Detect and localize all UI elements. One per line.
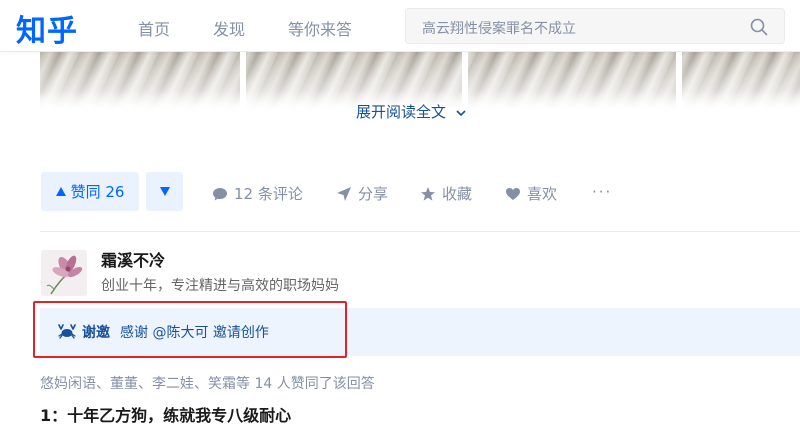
- answer-divider: [40, 231, 800, 232]
- crab-icon: [58, 324, 76, 339]
- comments-button[interactable]: 12 条评论: [212, 183, 303, 204]
- nav-home[interactable]: 首页: [138, 16, 170, 40]
- like-button[interactable]: 喜欢: [505, 183, 557, 204]
- collect-button[interactable]: 收藏: [420, 183, 472, 204]
- like-label: 喜欢: [527, 185, 558, 203]
- expand-label: 展开阅读全文: [356, 103, 447, 121]
- thanks-invite-text[interactable]: 感谢 @陈大可 邀请创作: [120, 322, 269, 342]
- search-placeholder: 高云翔性侵案罪名不成立: [422, 21, 576, 37]
- flower-avatar-image: [41, 250, 87, 296]
- search-icon[interactable]: [750, 18, 768, 36]
- triangle-down-icon: [159, 187, 170, 196]
- heart-icon: [506, 187, 520, 200]
- thanks-invite-label: 谢邀: [82, 325, 110, 341]
- chevron-down-icon: [456, 109, 466, 116]
- downvote-button[interactable]: [146, 172, 183, 211]
- search-input[interactable]: 高云翔性侵案罪名不成立: [405, 8, 785, 44]
- triangle-up-icon: [55, 187, 66, 196]
- answer-heading: 1：十年乙方狗，练就我专八级耐心: [40, 406, 292, 425]
- share-icon: [337, 186, 351, 201]
- more-button[interactable]: ···: [592, 183, 612, 201]
- more-icon: ···: [592, 183, 613, 201]
- author-name[interactable]: 霜溪不冷: [101, 247, 165, 271]
- comment-icon: [213, 187, 227, 200]
- author-bio: 创业十年，专注精进与高效的职场妈妈: [101, 278, 339, 294]
- upvoters-summary[interactable]: 悠妈闲语、董董、李二娃、笑霜等 14 人赞同了该回答: [40, 373, 375, 393]
- star-icon: [421, 186, 435, 201]
- upvote-button[interactable]: 赞同 26: [41, 172, 139, 211]
- upvote-label: 赞同 26: [70, 183, 125, 201]
- expand-full-text-button[interactable]: 展开阅读全文: [356, 101, 467, 122]
- comments-label: 12 条评论: [234, 185, 303, 203]
- share-button[interactable]: 分享: [336, 183, 388, 204]
- nav-discover[interactable]: 发现: [213, 16, 245, 40]
- share-label: 分享: [358, 185, 389, 203]
- top-header: 知乎 首页 发现 等你来答 高云翔性侵案罪名不成立: [0, 0, 800, 52]
- collect-label: 收藏: [442, 185, 473, 203]
- avatar[interactable]: [41, 250, 87, 296]
- nav-waiting-answers[interactable]: 等你来答: [288, 16, 352, 40]
- zhihu-logo[interactable]: 知乎: [16, 6, 78, 50]
